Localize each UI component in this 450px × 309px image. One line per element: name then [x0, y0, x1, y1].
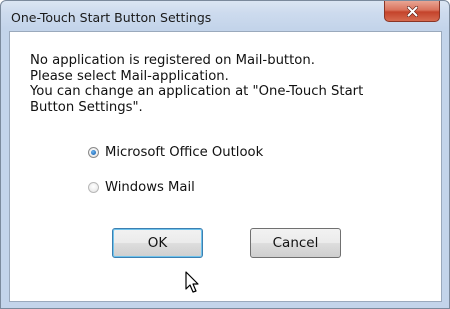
message-line: No application is registered on Mail-but…: [30, 53, 315, 68]
message-line: Button Settings".: [30, 99, 143, 115]
close-button[interactable]: [384, 1, 440, 22]
ok-button[interactable]: OK: [112, 228, 203, 258]
option-outlook[interactable]: Microsoft Office Outlook: [88, 145, 263, 160]
message-line: Please select Mail-application.: [30, 68, 229, 84]
message-text: No application is registered on Mail-but…: [30, 53, 363, 115]
option-windows-mail[interactable]: Windows Mail: [88, 180, 195, 195]
radio-outlook-checked[interactable]: [88, 147, 99, 158]
option-windows-mail-label: Windows Mail: [105, 180, 195, 195]
message-line: You can change an application at "One-To…: [30, 84, 364, 100]
dialog-body: No application is registered on Mail-but…: [9, 31, 442, 302]
radio-windows-mail-unchecked[interactable]: [88, 182, 99, 193]
close-x-icon: [406, 5, 418, 17]
option-outlook-label: Microsoft Office Outlook: [105, 145, 264, 160]
dialog-window: One-Touch Start Button Settings No appli…: [0, 0, 450, 309]
title-bar[interactable]: One-Touch Start Button Settings: [1, 1, 449, 31]
dialog-title: One-Touch Start Button Settings: [11, 10, 212, 25]
cancel-button[interactable]: Cancel: [250, 228, 341, 258]
